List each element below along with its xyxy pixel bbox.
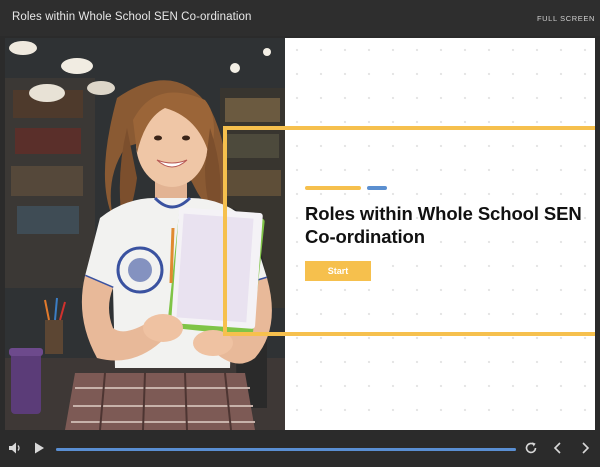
start-button[interactable]: Start <box>305 261 371 281</box>
fullscreen-button[interactable]: FULL SCREEN <box>537 14 595 23</box>
progress-fill <box>56 448 516 451</box>
volume-icon[interactable] <box>8 441 24 457</box>
player-title-bar: Roles within Whole School SEN Co-ordinat… <box>0 0 600 36</box>
play-icon[interactable] <box>32 441 48 457</box>
replay-icon[interactable] <box>524 441 540 457</box>
progress-track[interactable] <box>56 448 516 451</box>
accent-bar-blue <box>367 186 387 190</box>
slide-stage: Roles within Whole School SEN Co-ordinat… <box>5 38 595 430</box>
player-controls <box>0 432 600 467</box>
next-icon[interactable] <box>578 441 594 457</box>
previous-icon[interactable] <box>551 441 567 457</box>
course-title: Roles within Whole School SEN Co-ordinat… <box>12 11 252 23</box>
accent-bar-yellow <box>305 186 361 190</box>
slide-heading: Roles within Whole School SEN Co-ordinat… <box>305 203 582 247</box>
